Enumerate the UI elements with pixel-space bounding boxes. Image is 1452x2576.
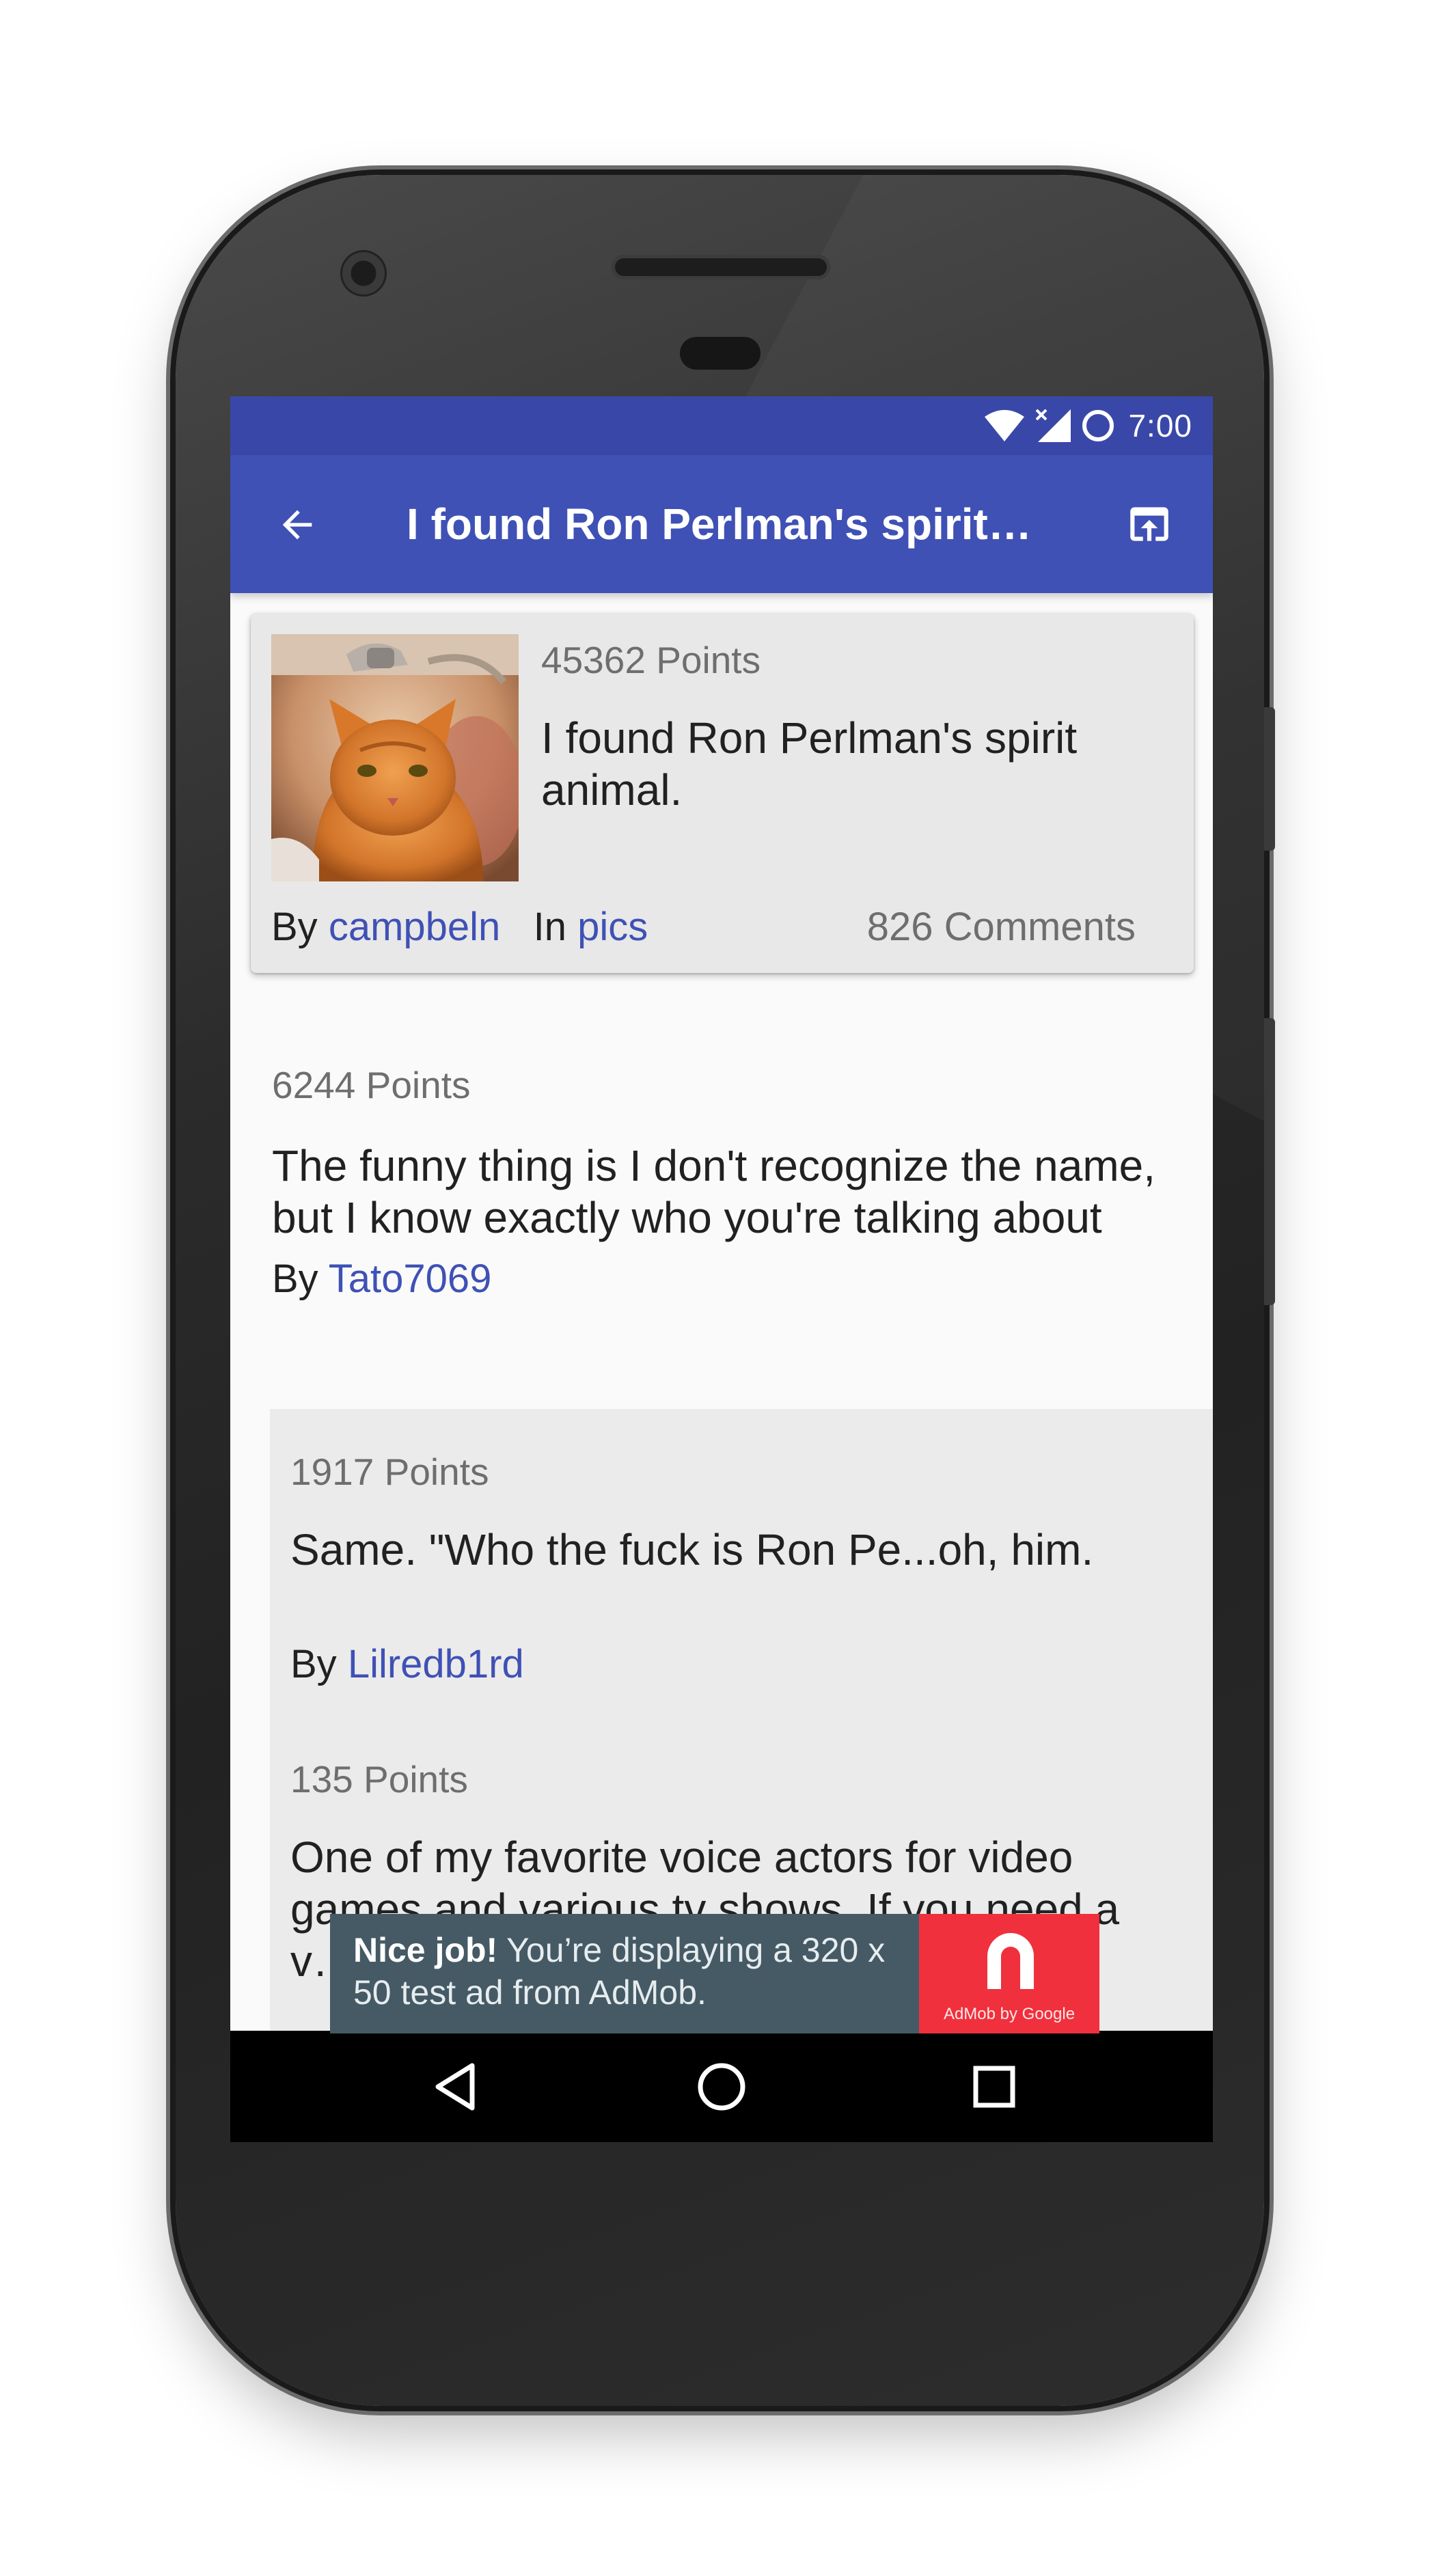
arrow-back-icon [282, 510, 312, 540]
proximity-sensor [680, 337, 761, 370]
nav-home-button[interactable] [686, 2051, 757, 2122]
ad-text: Nice job! You’re displaying a 320 x 50 t… [353, 1929, 927, 2014]
post-thumbnail[interactable] [271, 634, 519, 881]
comments-list[interactable]: 45362 Points I found Ron Perlman's spiri… [230, 593, 1213, 2031]
post-meta: By campbeln In pics [271, 904, 648, 950]
reply-author-link[interactable]: Lilredb1rd [348, 1642, 524, 1686]
reply-author-line: By Lilredb1rd [290, 1641, 524, 1687]
power-button [1264, 707, 1275, 851]
comments-count: 826 Comments [866, 905, 1136, 949]
front-camera [340, 250, 387, 297]
navigation-bar [230, 2031, 1213, 2142]
earpiece-speaker [612, 255, 830, 279]
comment-body: The funny thing is I don't recognize the… [272, 1141, 1155, 1242]
subreddit-link[interactable]: pics [577, 905, 648, 949]
nav-recents-icon [973, 2066, 1015, 2108]
post-card[interactable]: 45362 Points I found Ron Perlman's spiri… [251, 614, 1194, 973]
by-label: By [290, 1642, 337, 1686]
comment-points: 6244 Points [272, 1064, 471, 1106]
battery-circle-icon [1082, 410, 1114, 441]
by-label: By [271, 905, 318, 949]
reply-points: 1917 Points [290, 1451, 489, 1493]
admob-caption: AdMob by Google [943, 2005, 1076, 2023]
post-points: 45362 Points [541, 639, 761, 681]
ad-headline: Nice job! [353, 1931, 498, 1969]
in-label: In [533, 905, 567, 949]
nav-home-icon [698, 2063, 745, 2111]
by-label: By [272, 1257, 318, 1301]
comment-author-link[interactable]: Tato7069 [329, 1257, 492, 1301]
nav-recents-button[interactable] [959, 2051, 1030, 2122]
nav-back-icon [435, 2063, 475, 2111]
comment-author-line: By Tato7069 [272, 1256, 491, 1302]
admob-logo: AdMob by Google [919, 1914, 1099, 2033]
admob-logo-icon [987, 1933, 1034, 1989]
phone-screen: 7:00 I found Ron Perlman's spirit… 45362… [230, 396, 1213, 2142]
page-title: I found Ron Perlman's spirit… [407, 499, 1032, 549]
open-in-browser-icon [1130, 507, 1168, 541]
cell-signal-icon [1036, 409, 1071, 442]
wifi-icon [985, 410, 1025, 441]
status-bar: 7:00 [230, 396, 1213, 455]
post-title[interactable]: I found Ron Perlman's spirit animal. [541, 712, 1156, 816]
nav-back-button[interactable] [420, 2051, 491, 2122]
orange-cat-photo [271, 634, 519, 881]
status-time: 7:00 [1128, 408, 1192, 443]
back-button[interactable] [270, 497, 325, 552]
post-author-link[interactable]: campbeln [329, 905, 500, 949]
app-bar: I found Ron Perlman's spirit… [230, 455, 1213, 593]
status-icons: 7:00 [983, 396, 1192, 455]
ad-banner[interactable]: Nice job! You’re displaying a 320 x 50 t… [330, 1914, 1099, 2033]
open-in-browser-button[interactable] [1119, 493, 1180, 555]
volume-rocker [1264, 1018, 1275, 1305]
reply-body: Same. "Who the fuck is Ron Pe...oh, him. [290, 1525, 1094, 1574]
reply-points: 135 Points [290, 1758, 468, 1800]
